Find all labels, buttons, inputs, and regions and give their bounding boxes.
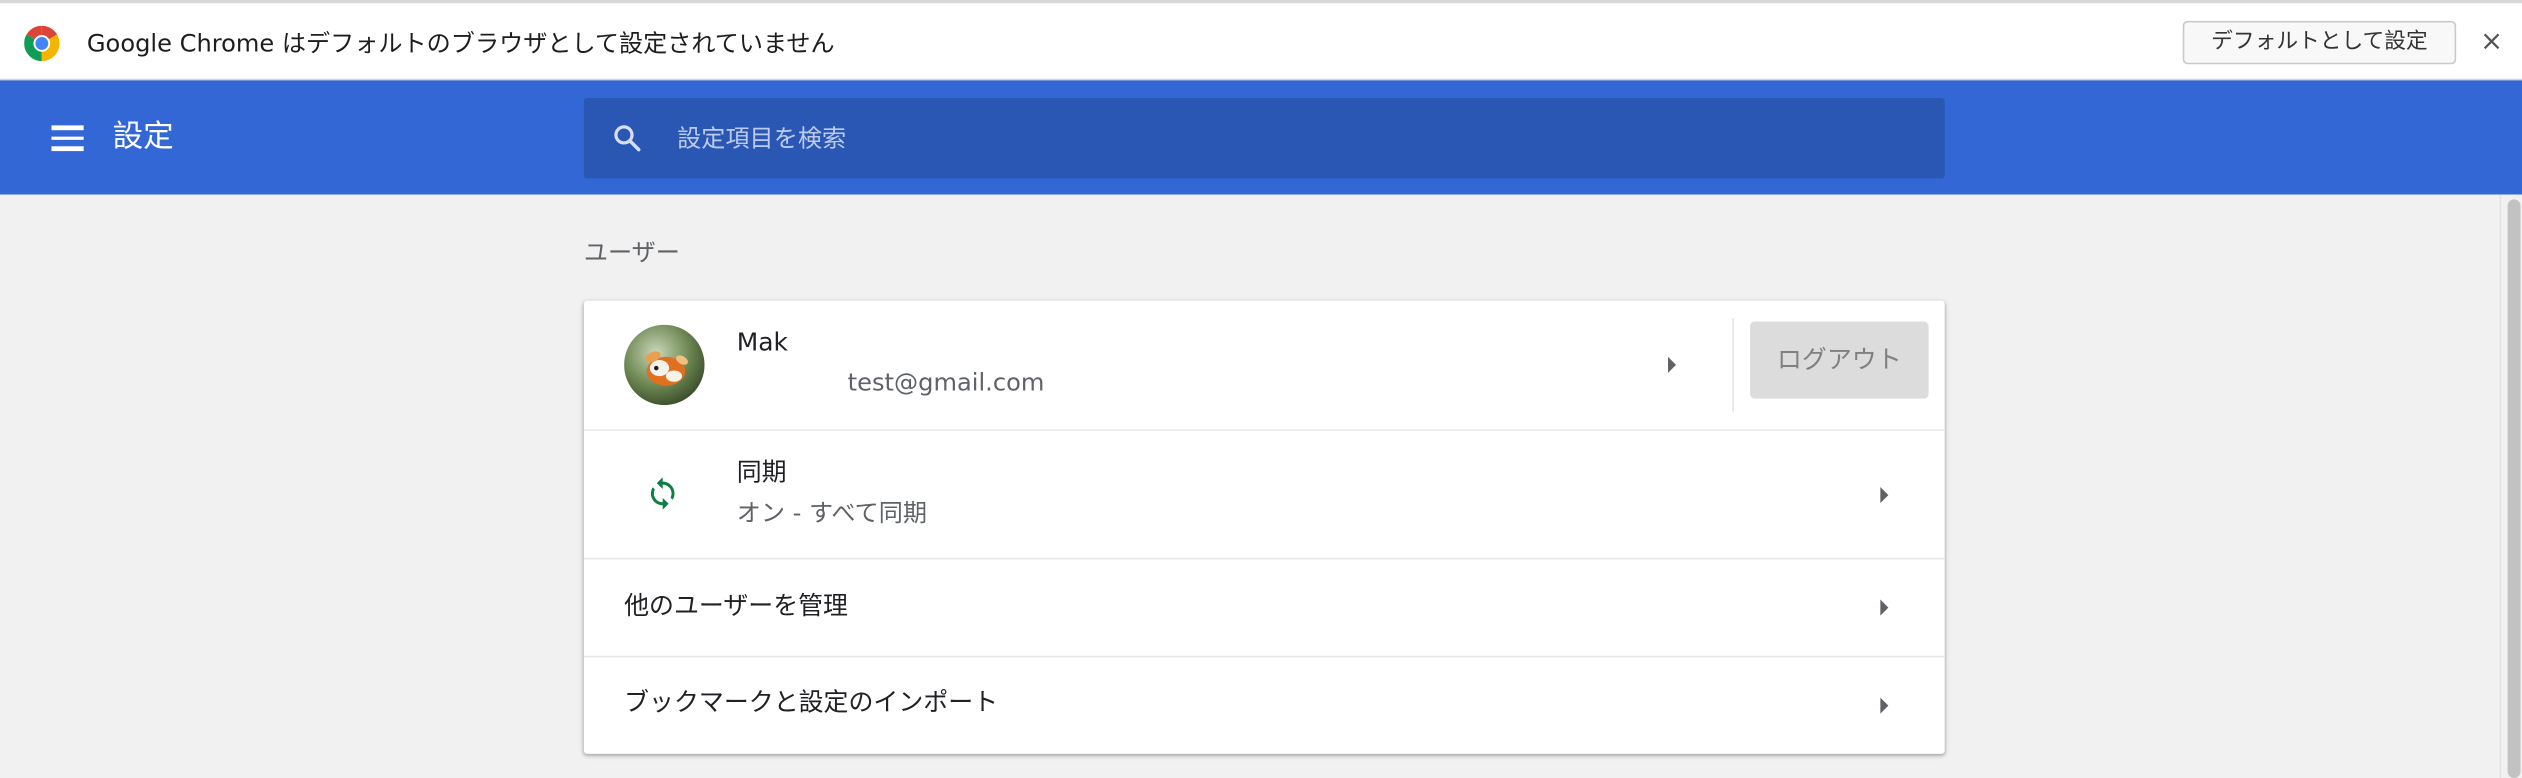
row-divider: [1732, 318, 1734, 412]
sync-label: 同期: [736, 458, 787, 488]
scrollbar-thumb[interactable]: [2507, 199, 2521, 778]
profile-email: test@gmail.com: [847, 368, 1045, 398]
chevron-right-icon[interactable]: [1668, 356, 1677, 373]
chevron-right-icon[interactable]: [1880, 697, 1889, 714]
settings-search-box[interactable]: [583, 98, 1945, 179]
logout-button[interactable]: ログアウト: [1750, 321, 1929, 399]
chrome-logo-icon: [24, 25, 60, 62]
close-icon[interactable]: ×: [2479, 26, 2505, 58]
chrome-settings-window: Google Chrome はデフォルトのブラウザとして設定されていません デフ…: [0, 0, 2522, 778]
search-input[interactable]: [677, 110, 1900, 166]
import-bookmarks-label: ブックマークと設定のインポート: [624, 687, 999, 717]
sync-status: オン - すべて同期: [736, 498, 927, 528]
page-title: 設定: [112, 118, 174, 155]
avatar: [624, 324, 705, 406]
people-card: Mak test@gmail.com ログアウト 同期 オン - すべて同期 他…: [583, 300, 1945, 754]
infobar-message: Google Chrome はデフォルトのブラウザとして設定されていません: [86, 28, 835, 58]
search-icon: [614, 125, 641, 152]
scrollbar[interactable]: [2499, 194, 2522, 778]
manage-other-users-row[interactable]: 他のユーザーを管理: [583, 559, 1945, 658]
profile-name: Mak: [736, 327, 788, 357]
people-section-title: ユーザー: [583, 237, 680, 267]
hamburger-menu-icon[interactable]: [51, 125, 84, 151]
default-browser-infobar: Google Chrome はデフォルトのブラウザとして設定されていません デフ…: [0, 0, 2522, 81]
chevron-right-icon[interactable]: [1880, 599, 1889, 616]
import-bookmarks-row[interactable]: ブックマークと設定のインポート: [584, 657, 1945, 753]
sync-row[interactable]: 同期 オン - すべて同期: [583, 431, 1945, 560]
chevron-right-icon[interactable]: [1880, 487, 1889, 504]
manage-other-users-label: 他のユーザーを管理: [624, 591, 849, 621]
profile-row[interactable]: Mak test@gmail.com ログアウト: [583, 301, 1945, 431]
set-as-default-button[interactable]: デフォルトとして設定: [2182, 20, 2457, 65]
sync-icon: [650, 477, 675, 510]
settings-header: 設定: [0, 80, 2522, 195]
